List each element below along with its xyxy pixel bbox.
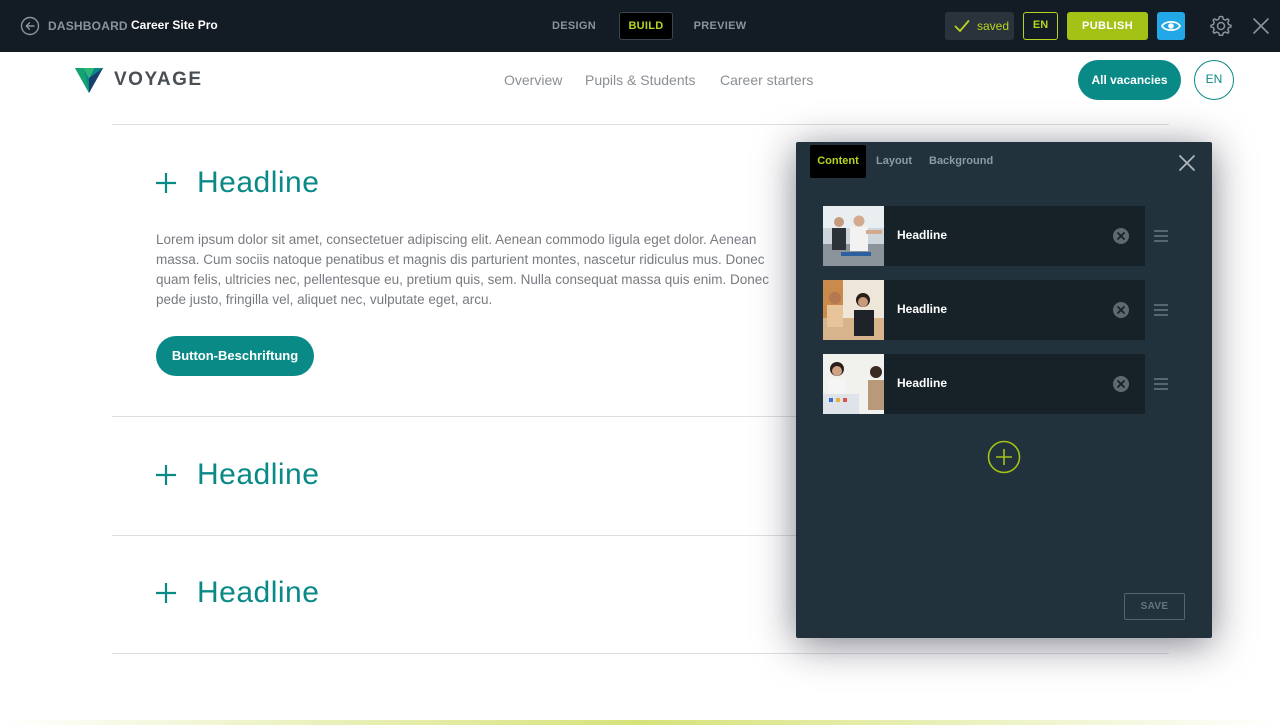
nav-link-career-starters[interactable]: Career starters bbox=[720, 72, 813, 88]
accordion-title: Headline bbox=[197, 576, 320, 609]
plus-icon bbox=[156, 465, 176, 485]
accordion-cta-button[interactable]: Button-Beschriftung bbox=[156, 336, 314, 376]
accordion-title: Headline bbox=[197, 166, 320, 199]
element-editor-panel: Content Layout Background Headline Headl… bbox=[796, 142, 1212, 638]
item-thumbnail-image bbox=[823, 354, 884, 414]
close-builder-icon[interactable] bbox=[1251, 16, 1271, 36]
drag-handle-icon[interactable] bbox=[1154, 304, 1168, 316]
content-item[interactable]: Headline bbox=[823, 280, 1145, 340]
panel-tab-content[interactable]: Content bbox=[810, 145, 866, 178]
save-status-label: saved bbox=[977, 19, 1010, 33]
tab-preview[interactable]: PREVIEW bbox=[692, 12, 748, 40]
nav-link-overview[interactable]: Overview bbox=[504, 72, 562, 88]
content-item[interactable]: Headline bbox=[823, 206, 1145, 266]
tab-build[interactable]: BUILD bbox=[619, 12, 673, 40]
content-item[interactable]: Headline bbox=[823, 354, 1145, 414]
item-label: Headline bbox=[897, 376, 948, 390]
item-label: Headline bbox=[897, 228, 948, 242]
builder-language-button[interactable]: EN bbox=[1023, 12, 1058, 40]
divider bbox=[112, 653, 1169, 654]
footer-accent-strip bbox=[0, 720, 1280, 725]
close-panel-icon[interactable] bbox=[1177, 153, 1197, 173]
settings-gear-icon[interactable] bbox=[1208, 13, 1234, 39]
accordion-title: Headline bbox=[197, 458, 320, 491]
panel-save-button[interactable]: SAVE bbox=[1124, 593, 1185, 620]
tab-design[interactable]: DESIGN bbox=[548, 12, 600, 40]
drag-handle-icon[interactable] bbox=[1154, 230, 1168, 242]
save-status-badge: saved bbox=[945, 12, 1014, 40]
plus-icon bbox=[156, 173, 176, 193]
remove-item-icon[interactable] bbox=[1112, 301, 1130, 319]
back-to-dashboard-button[interactable]: DASHBOARD bbox=[20, 15, 128, 37]
publish-button[interactable]: PUBLISH bbox=[1067, 12, 1148, 40]
nav-link-pupils-students[interactable]: Pupils & Students bbox=[585, 72, 696, 88]
accordion-header-2[interactable]: Headline bbox=[155, 458, 319, 492]
arrow-left-circle-icon bbox=[20, 16, 40, 36]
panel-tab-layout[interactable]: Layout bbox=[876, 145, 912, 178]
item-label: Headline bbox=[897, 302, 948, 316]
drag-handle-icon[interactable] bbox=[1154, 378, 1168, 390]
remove-item-icon[interactable] bbox=[1112, 227, 1130, 245]
brand-name: VOYAGE bbox=[114, 69, 203, 90]
accordion-header-3[interactable]: Headline bbox=[155, 576, 319, 610]
divider bbox=[112, 124, 1169, 125]
accordion-header-1[interactable]: Headline bbox=[155, 166, 319, 200]
all-vacancies-button[interactable]: All vacancies bbox=[1078, 60, 1181, 100]
site-logo[interactable]: VOYAGE bbox=[74, 66, 203, 94]
accordion-body-text: Lorem ipsum dolor sit amet, consectetuer… bbox=[156, 232, 770, 307]
site-language-button[interactable]: EN bbox=[1194, 60, 1234, 100]
remove-item-icon[interactable] bbox=[1112, 375, 1130, 393]
add-item-plus-icon[interactable] bbox=[987, 440, 1021, 474]
back-label: DASHBOARD bbox=[48, 19, 128, 33]
plus-icon bbox=[156, 583, 176, 603]
panel-tab-background[interactable]: Background bbox=[929, 145, 993, 178]
item-thumbnail-image bbox=[823, 280, 884, 340]
site-title: Career Site Pro bbox=[131, 18, 218, 32]
preview-toggle-button[interactable] bbox=[1157, 12, 1185, 40]
item-thumbnail-image bbox=[823, 206, 884, 266]
check-icon bbox=[954, 20, 970, 32]
voyage-logo-mark-icon bbox=[75, 68, 103, 93]
builder-toolbar: DASHBOARD Career Site Pro DESIGN BUILD P… bbox=[0, 0, 1280, 52]
eye-icon bbox=[1161, 20, 1181, 32]
